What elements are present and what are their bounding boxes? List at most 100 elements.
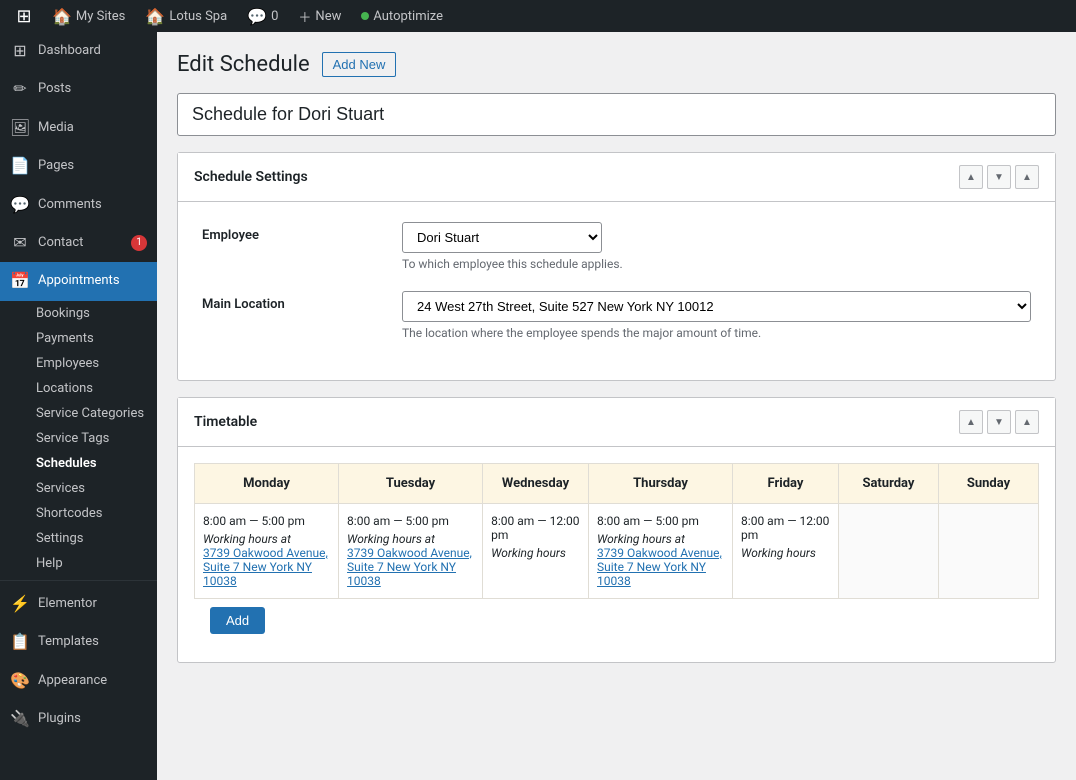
- cell-friday: 8:00 am — 12:00 pm Working hours: [733, 504, 839, 599]
- page-title: Edit Schedule: [177, 52, 310, 77]
- sidebar-item-elementor[interactable]: ⚡ Elementor: [0, 585, 157, 623]
- sidebar-sub-employees[interactable]: Employees: [0, 351, 157, 376]
- cell-tuesday: 8:00 am — 5:00 pm Working hours at 3739 …: [339, 504, 483, 599]
- sidebar-item-templates[interactable]: 📋 Templates: [0, 623, 157, 661]
- employee-field: Dori Stuart To which employee this sched…: [402, 222, 1031, 271]
- main-location-label: Main Location: [202, 291, 402, 312]
- lotus-spa-item[interactable]: 🏠 Lotus Spa: [137, 0, 235, 32]
- thursday-working: Working hours at: [597, 532, 724, 546]
- collapse-up-button[interactable]: ▲: [959, 165, 983, 189]
- timetable-title: Timetable: [194, 414, 959, 430]
- sidebar-item-appearance[interactable]: 🎨 Appearance: [0, 662, 157, 700]
- main-location-hint: The location where the employee spends t…: [402, 326, 1031, 340]
- appointments-icon: 📅: [10, 270, 30, 292]
- tuesday-working: Working hours at: [347, 532, 474, 546]
- comment-icon: 💬: [247, 7, 267, 26]
- monday-link[interactable]: 3739 Oakwood Avenue, Suite 7 New York NY…: [203, 546, 328, 588]
- add-button[interactable]: Add: [210, 607, 265, 634]
- sidebar-sub-settings[interactable]: Settings: [0, 526, 157, 551]
- col-saturday: Saturday: [838, 464, 938, 504]
- schedule-settings-title: Schedule Settings: [194, 169, 959, 185]
- timetable-table: Monday Tuesday Wednesday Thursday Friday…: [194, 463, 1039, 599]
- templates-icon: 📋: [10, 631, 30, 653]
- wednesday-working: Working hours: [491, 546, 580, 560]
- new-item[interactable]: ＋ New: [290, 0, 349, 32]
- plugins-icon: 🔌: [10, 708, 30, 730]
- schedule-settings-header: Schedule Settings ▲ ▼ ▲: [178, 153, 1055, 202]
- media-icon: 🖼: [10, 117, 30, 139]
- site-icon: 🏠: [145, 7, 165, 26]
- appearance-icon: 🎨: [10, 670, 30, 692]
- sidebar-item-comments[interactable]: 💬 Comments: [0, 186, 157, 224]
- sidebar-sub-shortcodes[interactable]: Shortcodes: [0, 501, 157, 526]
- col-friday: Friday: [733, 464, 839, 504]
- sidebar-item-pages[interactable]: 📄 Pages: [0, 147, 157, 185]
- dashboard-icon: ⊞: [10, 40, 30, 62]
- wp-logo[interactable]: ⊞: [8, 0, 40, 32]
- sidebar-sub-schedules[interactable]: Schedules: [0, 451, 157, 476]
- sidebar-item-posts[interactable]: ✏ Posts: [0, 70, 157, 108]
- main-location-row: Main Location 24 West 27th Street, Suite…: [202, 291, 1031, 340]
- sidebar-sub-service-tags[interactable]: Service Tags: [0, 426, 157, 451]
- timetable-row: 8:00 am — 5:00 pm Working hours at 3739 …: [195, 504, 1039, 599]
- sidebar-item-plugins[interactable]: 🔌 Plugins: [0, 700, 157, 738]
- section-controls: ▲ ▼ ▲: [959, 165, 1039, 189]
- cell-wednesday: 8:00 am — 12:00 pm Working hours: [483, 504, 589, 599]
- col-tuesday: Tuesday: [339, 464, 483, 504]
- my-sites-item[interactable]: 🏠 My Sites: [44, 0, 133, 32]
- sidebar-sub-services[interactable]: Services: [0, 476, 157, 501]
- cell-thursday: 8:00 am — 5:00 pm Working hours at 3739 …: [589, 504, 733, 599]
- admin-bar: ⊞ 🏠 My Sites 🏠 Lotus Spa 💬 0 ＋ New Autop…: [0, 0, 1076, 32]
- main-location-field: 24 West 27th Street, Suite 527 New York …: [402, 291, 1031, 340]
- add-new-button[interactable]: Add New: [322, 52, 397, 77]
- sidebar-sub-help[interactable]: Help: [0, 551, 157, 576]
- posts-icon: ✏: [10, 78, 30, 100]
- main-location-select[interactable]: 24 West 27th Street, Suite 527 New York …: [402, 291, 1031, 322]
- timetable-collapse-up-button[interactable]: ▲: [959, 410, 983, 434]
- comments-icon: 💬: [10, 194, 30, 216]
- sidebar-item-appointments[interactable]: 📅 Appointments: [0, 262, 157, 300]
- sidebar-sub-service-categories[interactable]: Service Categories: [0, 401, 157, 426]
- sidebar-item-dashboard[interactable]: ⊞ Dashboard: [0, 32, 157, 70]
- employee-row: Employee Dori Stuart To which employee t…: [202, 222, 1031, 271]
- sidebar-item-media[interactable]: 🖼 Media: [0, 109, 157, 147]
- sidebar-sub-bookings[interactable]: Bookings: [0, 301, 157, 326]
- employee-select[interactable]: Dori Stuart: [402, 222, 602, 253]
- tuesday-time: 8:00 am — 5:00 pm: [347, 514, 474, 528]
- thursday-time: 8:00 am — 5:00 pm: [597, 514, 724, 528]
- close-section-button[interactable]: ▲: [1015, 165, 1039, 189]
- cell-sunday: [938, 504, 1038, 599]
- tuesday-link[interactable]: 3739 Oakwood Avenue, Suite 7 New York NY…: [347, 546, 472, 588]
- friday-time: 8:00 am — 12:00 pm: [741, 514, 830, 542]
- schedule-name-input[interactable]: [177, 93, 1056, 136]
- col-wednesday: Wednesday: [483, 464, 589, 504]
- employee-hint: To which employee this schedule applies.: [402, 257, 1031, 271]
- col-sunday: Sunday: [938, 464, 1038, 504]
- friday-working: Working hours: [741, 546, 830, 560]
- timetable-section-controls: ▲ ▼ ▲: [959, 410, 1039, 434]
- cell-monday: 8:00 am — 5:00 pm Working hours at 3739 …: [195, 504, 339, 599]
- schedule-settings-body: Employee Dori Stuart To which employee t…: [178, 202, 1055, 380]
- comments-bar-item[interactable]: 💬 0: [239, 0, 286, 32]
- main-content: Edit Schedule Add New Schedule Settings …: [157, 32, 1076, 780]
- monday-time: 8:00 am — 5:00 pm: [203, 514, 330, 528]
- contact-badge: 1: [131, 235, 147, 251]
- sidebar-sub-locations[interactable]: Locations: [0, 376, 157, 401]
- sidebar: ⊞ Dashboard ✏ Posts 🖼 Media 📄 Pages 💬 Co…: [0, 32, 157, 780]
- thursday-link[interactable]: 3739 Oakwood Avenue, Suite 7 New York NY…: [597, 546, 722, 588]
- sidebar-sub-payments[interactable]: Payments: [0, 326, 157, 351]
- elementor-icon: ⚡: [10, 593, 30, 615]
- col-monday: Monday: [195, 464, 339, 504]
- timetable-close-button[interactable]: ▲: [1015, 410, 1039, 434]
- employee-label: Employee: [202, 222, 402, 243]
- autoptimize-item[interactable]: Autoptimize: [353, 0, 451, 32]
- timetable-card: Timetable ▲ ▼ ▲ Monday Tuesday Wednesday…: [177, 397, 1056, 663]
- collapse-down-button[interactable]: ▼: [987, 165, 1011, 189]
- timetable-collapse-down-button[interactable]: ▼: [987, 410, 1011, 434]
- timetable-body: Monday Tuesday Wednesday Thursday Friday…: [178, 447, 1055, 662]
- col-thursday: Thursday: [589, 464, 733, 504]
- home-icon: 🏠: [52, 7, 72, 26]
- sidebar-item-contact[interactable]: ✉ Contact 1: [0, 224, 157, 262]
- timetable-header: Timetable ▲ ▼ ▲: [178, 398, 1055, 447]
- sidebar-divider: [0, 580, 157, 581]
